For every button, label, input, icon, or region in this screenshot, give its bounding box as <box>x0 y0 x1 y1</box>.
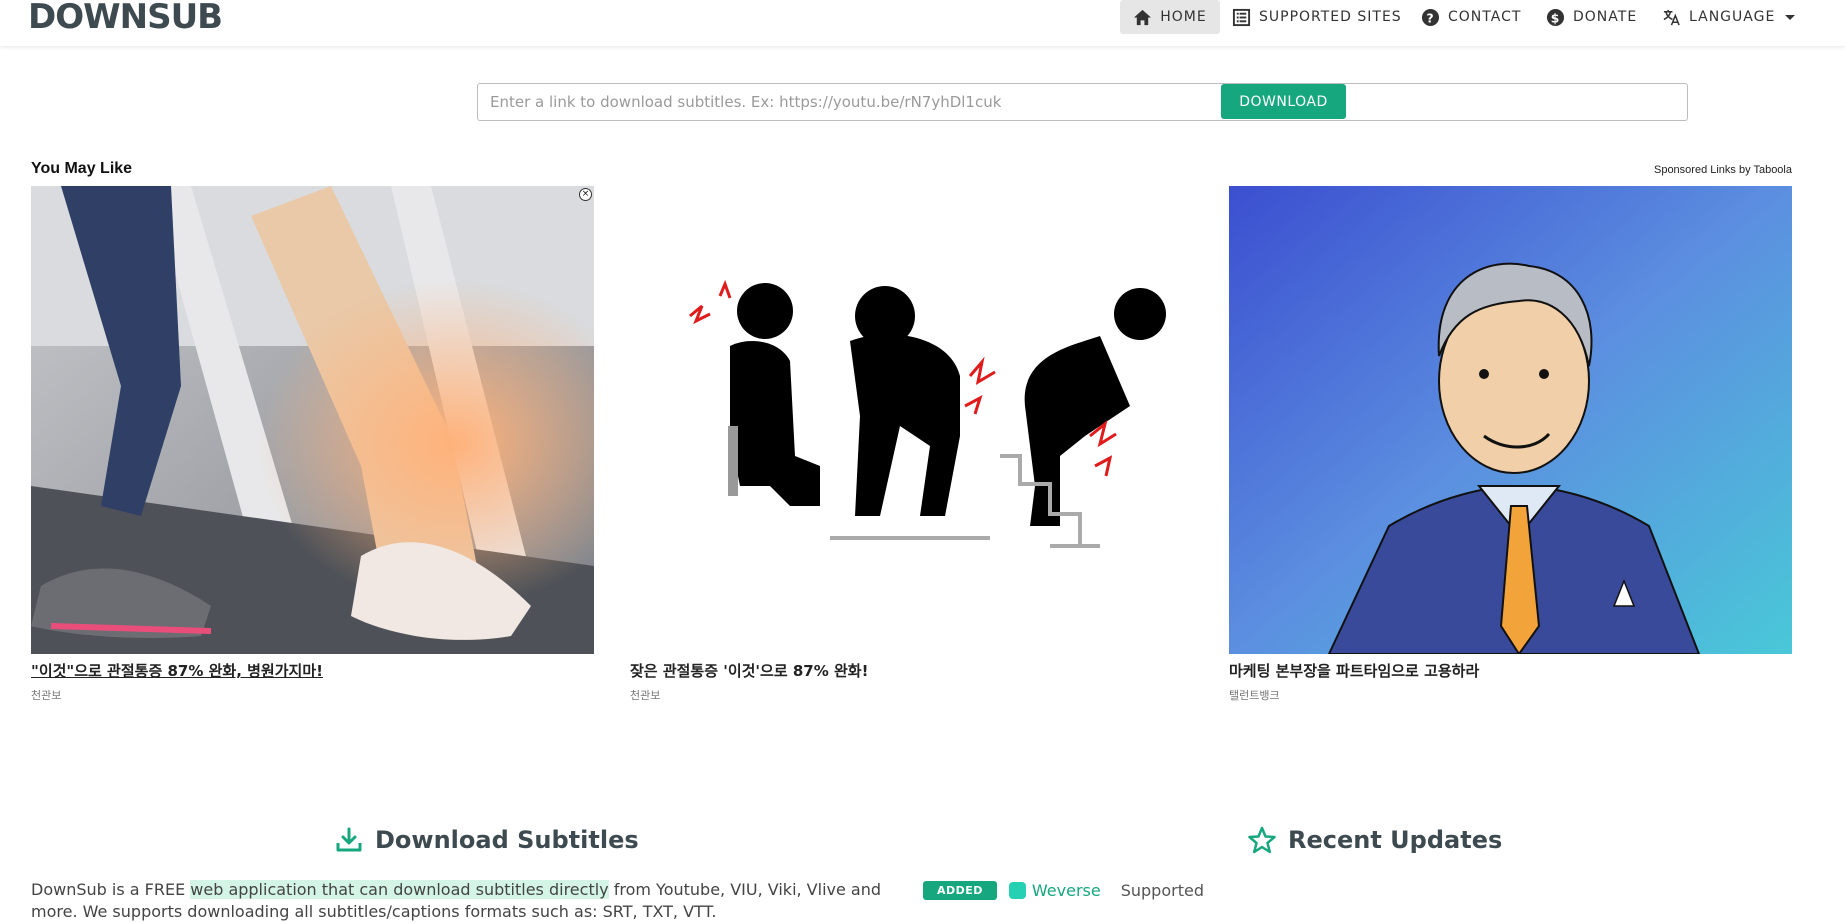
nav-language-label: LANGUAGE <box>1689 9 1776 25</box>
supported-status: Supported <box>1120 881 1204 900</box>
download-icon <box>336 827 362 852</box>
sponsored-links[interactable]: Sponsored Links by Taboola <box>1654 164 1792 176</box>
ads-heading: You May Like <box>31 160 133 177</box>
ad-image[interactable]: × <box>31 186 594 654</box>
weverse-icon <box>1008 882 1026 899</box>
download-subtitles-title: Download Subtitles <box>375 826 639 854</box>
ad-source: 천관보 <box>31 689 62 702</box>
weverse-link[interactable]: Weverse <box>1008 881 1101 900</box>
svg-text:$: $ <box>1551 11 1561 25</box>
ad-title[interactable]: 잦은 관절통증 '이것'으로 87% 완화! <box>630 660 1193 681</box>
nav-donate-label: DONATE <box>1573 9 1638 25</box>
nav-supported-sites-label: SUPPORTED SITES <box>1259 9 1402 25</box>
intro-pre: DownSub is a FREE <box>31 880 191 899</box>
nav-contact[interactable]: ? CONTACT <box>1421 0 1521 34</box>
recent-updates-heading: Recent Updates <box>1248 826 1502 854</box>
ad-source: 탤런트뱅크 <box>1229 689 1280 702</box>
svg-text:?: ? <box>1426 11 1434 25</box>
nav-home-label: HOME <box>1160 9 1207 25</box>
update-item: ADDED Weverse Supported <box>923 881 1204 900</box>
ad-card[interactable]: 마케팅 본부장을 파트타임으로 고용하라 탤런트뱅크 <box>1229 186 1792 703</box>
download-button[interactable]: DOWNLOAD <box>1221 84 1346 119</box>
star-icon <box>1248 826 1276 854</box>
nav-donate[interactable]: $ DONATE <box>1546 0 1637 34</box>
nav-supported-sites[interactable]: SUPPORTED SITES <box>1232 0 1402 34</box>
nav-contact-label: CONTACT <box>1448 9 1522 25</box>
chevron-down-icon <box>1785 14 1796 20</box>
nav-home[interactable]: HOME <box>1120 0 1220 34</box>
ad-source: 천관보 <box>630 689 661 702</box>
list-icon <box>1232 8 1251 26</box>
recent-updates-title: Recent Updates <box>1288 826 1503 854</box>
ad-title[interactable]: "이것"으로 관절통증 87% 완화, 병원가지마! <box>31 660 594 681</box>
translate-icon <box>1663 9 1680 25</box>
url-input[interactable] <box>477 83 1688 121</box>
added-badge: ADDED <box>923 881 997 900</box>
ad-card[interactable]: × "이것"으로 관절통증 87% 완화, 병원가지마! 천관보 <box>31 186 594 703</box>
ad-image[interactable] <box>630 186 1193 654</box>
dollar-circle-icon: $ <box>1546 8 1565 26</box>
downsub-logo[interactable]: DOWNSUB <box>28 0 223 37</box>
intro-text: DownSub is a FREE web application that c… <box>31 879 891 923</box>
download-subtitles-heading: Download Subtitles <box>335 826 639 854</box>
close-icon[interactable]: × <box>579 188 592 201</box>
home-icon <box>1134 9 1152 25</box>
ad-title[interactable]: 마케팅 본부장을 파트타임으로 고용하라 <box>1229 660 1792 681</box>
nav-language[interactable]: LANGUAGE <box>1662 0 1796 34</box>
ad-card[interactable]: 잦은 관절통증 '이것'으로 87% 완화! 천관보 <box>630 186 1193 703</box>
ad-image[interactable] <box>1229 186 1792 654</box>
navbar: DOWNSUB HOME SUPPORTED SITES ? CONTACT $… <box>0 0 1845 46</box>
question-circle-icon: ? <box>1421 8 1440 26</box>
weverse-label: Weverse <box>1031 881 1101 900</box>
intro-highlight: web application that can download subtit… <box>190 880 609 899</box>
